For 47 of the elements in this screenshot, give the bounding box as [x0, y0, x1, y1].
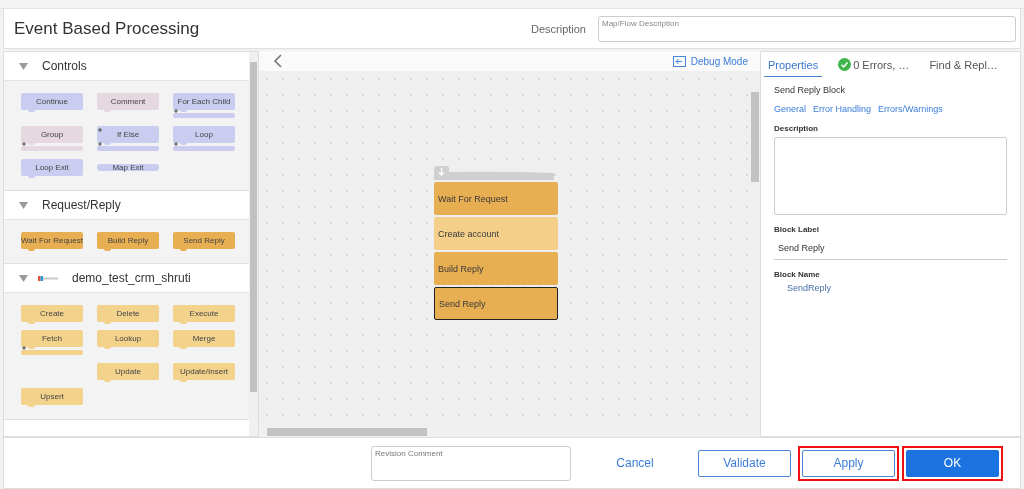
flow-block[interactable]: Send Reply — [434, 287, 558, 320]
revision-comment-field[interactable]: Revision Comment — [371, 445, 571, 481]
connector-logo-icon — [38, 275, 58, 281]
palette-block[interactable]: Create — [21, 305, 83, 322]
plus-icon — [22, 346, 26, 350]
exit-arrow-icon — [672, 55, 686, 67]
palette-block[interactable]: Delete — [97, 305, 159, 322]
palette-block[interactable]: Send Reply — [173, 232, 235, 249]
block-name-value: SendReply — [787, 283, 833, 293]
plus-icon — [98, 142, 102, 146]
palette-block[interactable]: Map Exit — [97, 159, 159, 176]
plus-icon — [174, 109, 178, 113]
section-link[interactable]: Errors/Warnings — [878, 104, 943, 114]
tab[interactable]: Properties — [764, 59, 823, 77]
debug-mode-link[interactable]: Debug Mode — [672, 55, 748, 67]
palette-block[interactable]: Upsert — [21, 388, 83, 405]
field-label: Description — [774, 124, 819, 133]
plus-icon — [174, 142, 178, 146]
palette-block[interactable]: Update — [97, 363, 159, 380]
palette-block[interactable]: Build Reply — [97, 232, 159, 249]
flow-block[interactable]: Create account — [434, 217, 558, 250]
section-link[interactable]: Error Handling — [813, 104, 872, 114]
scrollbar[interactable] — [249, 52, 258, 436]
plus-icon — [22, 142, 26, 146]
flow-block[interactable]: Wait For Request — [434, 182, 558, 215]
field-label: Block Name — [774, 270, 821, 279]
field-label: Block Label — [774, 225, 820, 234]
footer-button[interactable]: Validate — [698, 449, 791, 477]
flow-block[interactable]: Build Reply — [434, 252, 558, 285]
tab[interactable]: 0 Errors, … — [834, 58, 914, 77]
window-title: Event Based Processing — [14, 18, 201, 39]
tab[interactable]: Find & Repl… — [925, 59, 1002, 77]
description-field[interactable]: Map/Flow Description — [598, 15, 1016, 42]
back-chevron-icon[interactable] — [273, 54, 283, 68]
description-label: Description — [530, 22, 586, 35]
palette-block[interactable]: Update/Insert — [173, 363, 235, 380]
section-link[interactable]: General — [774, 104, 807, 114]
plus-icon — [98, 128, 102, 132]
description-field[interactable] — [774, 137, 1007, 215]
cancel-link[interactable]: Cancel — [595, 449, 675, 477]
footer-button[interactable]: Apply — [802, 449, 895, 477]
footer-button[interactable]: OK — [906, 449, 999, 477]
palette-block[interactable]: Loop Exit — [21, 159, 83, 176]
block-heading: Send Reply Block — [774, 85, 847, 95]
check-circle-icon — [838, 58, 852, 71]
palette-block[interactable]: Execute — [173, 305, 235, 322]
palette-block[interactable]: Wait For Request — [21, 232, 83, 249]
